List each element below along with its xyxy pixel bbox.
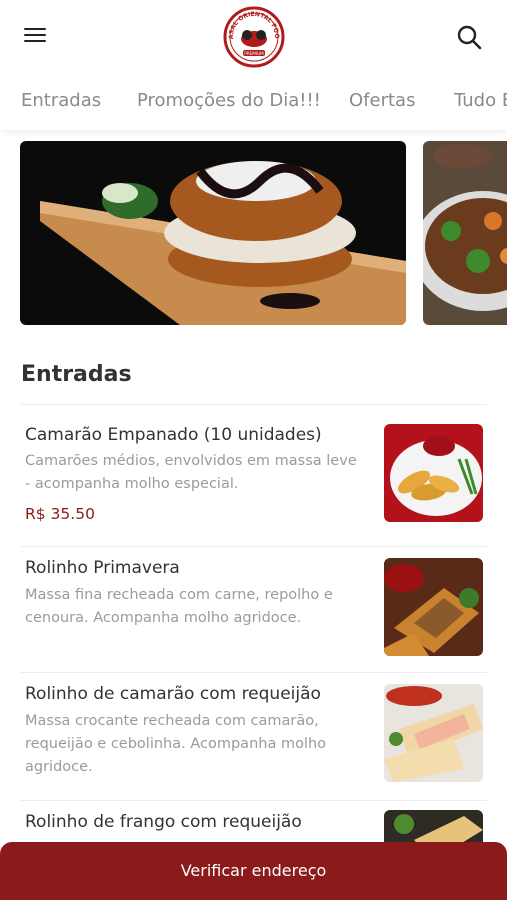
banner-burger-image[interactable] — [20, 141, 406, 325]
svg-text:PREMIUM: PREMIUM — [244, 51, 264, 56]
menu-icon[interactable] — [24, 28, 48, 46]
search-icon[interactable] — [456, 24, 482, 50]
item-price: R$ 35.50 — [25, 505, 95, 523]
banner-carousel[interactable] — [0, 141, 507, 325]
menu-item-rolinho-primavera[interactable]: Rolinho Primavera Massa fina recheada co… — [0, 547, 507, 672]
tab-promocoes[interactable]: Promoções do Dia!!! — [137, 90, 321, 111]
menu-item-rolinho-camarao[interactable]: Rolinho de camarão com requeijão Massa c… — [0, 673, 507, 800]
item-description: Massa crocante recheada com camarão, req… — [25, 713, 327, 775]
item-name: Rolinho de frango com requeijão — [25, 812, 302, 832]
app-header: CASAL ORIENTAL FOOD PREMIUM — [0, 0, 507, 72]
item-image — [384, 424, 483, 522]
item-description: Camarões médios, envolvidos em massa lev… — [25, 453, 357, 492]
item-image — [384, 558, 483, 656]
item-description: Massa fina recheada com carne, repolho e… — [25, 587, 333, 626]
section-title-entradas: Entradas — [21, 362, 132, 387]
item-name: Rolinho de camarão com requeijão — [25, 684, 321, 704]
tab-tudo[interactable]: Tudo E — [454, 90, 507, 111]
banner-dish-image[interactable] — [423, 141, 507, 325]
item-name: Rolinho Primavera — [25, 558, 180, 578]
tab-ofertas[interactable]: Ofertas — [349, 90, 415, 111]
tab-entradas[interactable]: Entradas — [21, 90, 101, 111]
check-address-button[interactable]: Verificar endereço — [0, 842, 507, 900]
item-name: Camarão Empanado (10 unidades) — [25, 425, 322, 445]
menu-item-rolinho-frango[interactable]: Rolinho de frango com requeijão — [0, 801, 507, 842]
menu-item-camarao-empanado[interactable]: Camarão Empanado (10 unidades) Camarões … — [0, 405, 507, 546]
category-tabs: Entradas Promoções do Dia!!! Ofertas Tud… — [0, 72, 507, 130]
restaurant-logo: CASAL ORIENTAL FOOD PREMIUM — [221, 1, 285, 68]
item-image — [384, 810, 483, 842]
item-image — [384, 684, 483, 782]
